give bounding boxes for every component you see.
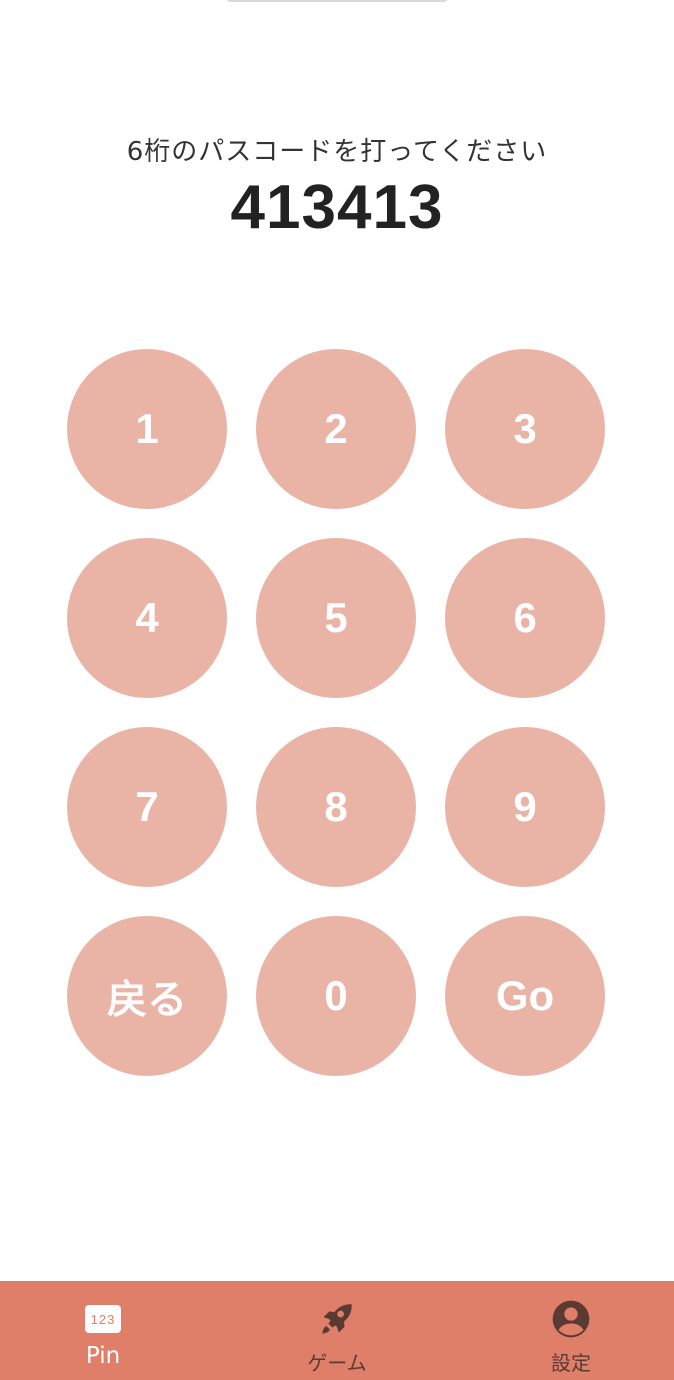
pin-screen: 6桁のパスコードを打ってください 413413 1 2 3 4 5 6 7 8 … [0, 0, 674, 1380]
passcode-prompt: 6桁のパスコードを打ってください [126, 137, 548, 167]
key-1[interactable]: 1 [67, 349, 227, 509]
account-circle-icon [552, 1300, 590, 1338]
pin-numbers-icon: 123 [85, 1305, 121, 1333]
passcode-display: 413413 [230, 173, 444, 242]
back-button[interactable]: 戻る [67, 916, 227, 1076]
key-3[interactable]: 3 [445, 349, 605, 509]
key-0[interactable]: 0 [256, 916, 416, 1076]
tab-settings[interactable]: 設定 [468, 1281, 674, 1380]
tab-game-label: ゲーム [307, 1351, 367, 1375]
key-6[interactable]: 6 [445, 538, 605, 698]
tab-settings-label: 設定 [551, 1351, 591, 1375]
keypad: 1 2 3 4 5 6 7 8 9 戻る 0 Go [67, 349, 605, 1076]
key-4[interactable]: 4 [67, 538, 227, 698]
tab-game[interactable]: ゲーム [234, 1281, 440, 1380]
tab-pin[interactable]: 123 Pin [0, 1281, 206, 1380]
key-9[interactable]: 9 [445, 727, 605, 887]
top-handle [227, 0, 447, 2]
tab-pin-label: Pin [85, 1343, 121, 1369]
go-button[interactable]: Go [445, 916, 605, 1076]
tab-bar: 123 Pin ゲーム 設定 [0, 1281, 674, 1380]
key-7[interactable]: 7 [67, 727, 227, 887]
key-5[interactable]: 5 [256, 538, 416, 698]
key-2[interactable]: 2 [256, 349, 416, 509]
key-8[interactable]: 8 [256, 727, 416, 887]
rocket-icon [322, 1304, 352, 1334]
